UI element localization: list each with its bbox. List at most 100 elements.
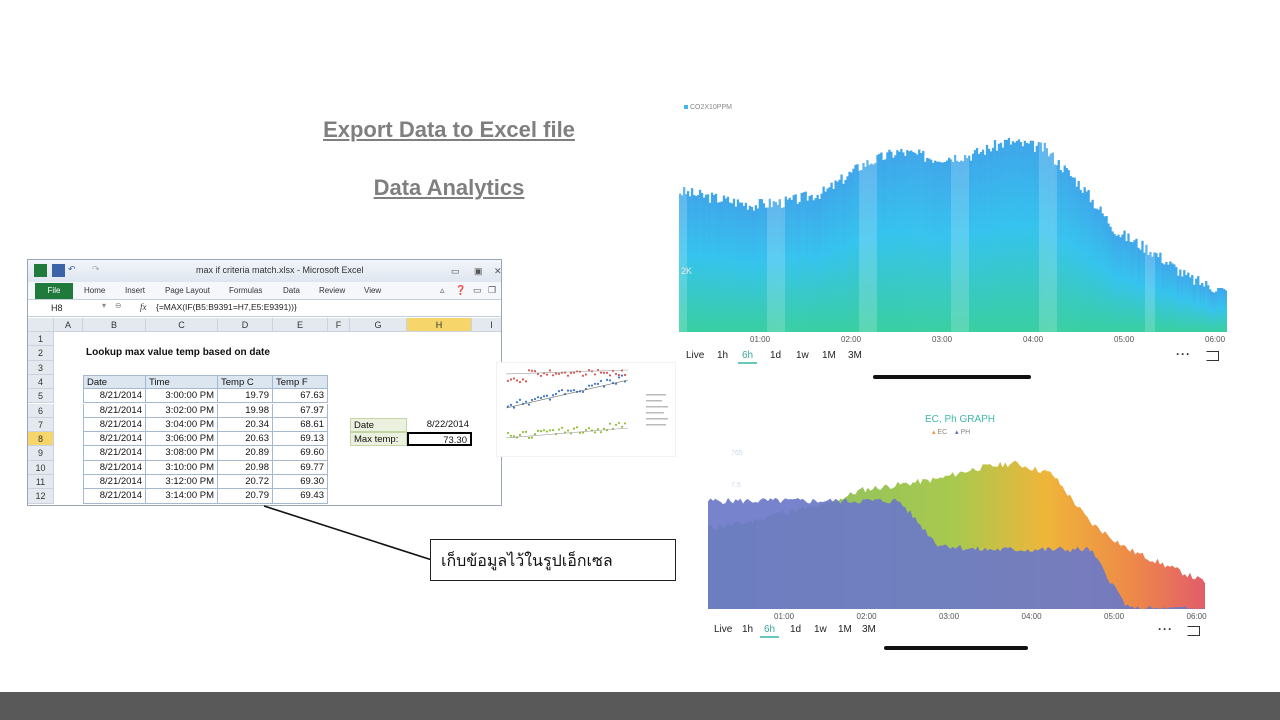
table-header-time[interactable]: Time (145, 374, 218, 390)
row-header[interactable]: 9 (28, 446, 54, 461)
help-icon[interactable]: ❓ (455, 285, 466, 296)
range-button-3m[interactable]: 3M (848, 350, 862, 361)
table-cell[interactable]: 8/21/2014 (83, 432, 146, 447)
column-header[interactable]: E (273, 318, 328, 332)
range-button-1w[interactable]: 1w (814, 624, 827, 635)
table-cell[interactable]: 69.13 (272, 432, 328, 447)
table-cell[interactable]: 3:02:00 PM (145, 403, 218, 418)
doc-minimize-icon[interactable]: ▭ (473, 285, 482, 296)
table-cell[interactable]: 3:00:00 PM (145, 389, 218, 404)
table-cell[interactable]: 3:12:00 PM (145, 475, 218, 490)
table-cell[interactable]: 8/21/2014 (83, 489, 146, 504)
row-header[interactable]: 2 (28, 346, 54, 361)
table-cell[interactable]: 20.63 (217, 432, 273, 447)
range-button-1m[interactable]: 1M (838, 624, 852, 635)
table-cell[interactable]: 8/21/2014 (83, 403, 146, 418)
ribbon-collapse-icon[interactable]: ▵ (440, 285, 445, 296)
column-header[interactable]: A (54, 318, 83, 332)
row-header[interactable]: 7 (28, 417, 54, 433)
range-button-live[interactable]: Live (714, 624, 732, 635)
table-cell[interactable]: 3:08:00 PM (145, 446, 218, 461)
column-header[interactable]: F (328, 318, 350, 332)
range-button-6h[interactable]: 6h (760, 624, 780, 638)
column-header[interactable]: G (350, 318, 407, 332)
row-header[interactable]: 3 (28, 360, 54, 375)
table-cell[interactable]: 20.34 (217, 417, 273, 433)
row-header[interactable]: 1 (28, 332, 54, 347)
table-cell[interactable]: 3:06:00 PM (145, 432, 218, 447)
table-cell[interactable]: 20.89 (217, 446, 273, 461)
table-cell[interactable]: 19.98 (217, 403, 273, 418)
range-button-1w[interactable]: 1w (796, 350, 809, 361)
row-header[interactable]: 6 (28, 403, 54, 418)
redo-icon[interactable]: ↷ (92, 264, 105, 277)
sheet-title-cell[interactable]: Lookup max value temp based on date (83, 346, 273, 360)
undo-icon[interactable]: ↶ (68, 264, 81, 277)
minimize-icon[interactable]: ▭ (451, 266, 460, 277)
tab-home[interactable]: Home (84, 286, 105, 295)
table-header-temp-f[interactable]: Temp F (272, 374, 328, 390)
table-cell[interactable]: 3:14:00 PM (145, 489, 218, 504)
range-button-1m[interactable]: 1M (822, 350, 836, 361)
row-header[interactable]: 5 (28, 389, 54, 404)
row-header[interactable]: 4 (28, 374, 54, 390)
table-cell[interactable]: 8/21/2014 (83, 446, 146, 461)
select-all-corner[interactable] (28, 318, 54, 332)
table-cell[interactable]: 20.98 (217, 460, 273, 475)
doc-restore-icon[interactable]: ❐ (488, 285, 496, 296)
table-header-date[interactable]: Date (83, 374, 146, 390)
range-button-3m[interactable]: 3M (862, 624, 876, 635)
lookup-date-label[interactable]: Date (350, 417, 407, 433)
name-box[interactable]: H8 (34, 302, 96, 315)
range-button-1d[interactable]: 1d (790, 624, 801, 635)
tab-page-layout[interactable]: Page Layout (165, 286, 210, 295)
table-cell[interactable]: 3:10:00 PM (145, 460, 218, 475)
column-header[interactable]: I (472, 318, 501, 332)
table-cell[interactable]: 20.79 (217, 489, 273, 504)
table-cell[interactable]: 69.77 (272, 460, 328, 475)
tab-data[interactable]: Data (283, 286, 300, 295)
table-cell[interactable]: 69.60 (272, 446, 328, 461)
name-box-dropdown-icon[interactable]: ▾ ⊖ (102, 301, 122, 310)
column-header[interactable]: C (146, 318, 218, 332)
table-cell[interactable]: 8/21/2014 (83, 460, 146, 475)
cast-icon[interactable] (1206, 351, 1219, 361)
tab-review[interactable]: Review (319, 286, 345, 295)
more-icon[interactable]: ··· (1158, 622, 1173, 636)
tab-insert[interactable]: Insert (125, 286, 145, 295)
table-cell[interactable]: 69.30 (272, 475, 328, 490)
range-button-1h[interactable]: 1h (742, 624, 753, 635)
row-header-selected[interactable]: 8 (28, 432, 54, 447)
row-header[interactable]: 11 (28, 475, 54, 490)
table-cell[interactable]: 69.43 (272, 489, 328, 504)
table-cell[interactable]: 67.63 (272, 389, 328, 404)
active-cell-max-value[interactable]: 73.30 (407, 432, 472, 447)
table-cell[interactable]: 8/21/2014 (83, 475, 146, 490)
range-button-6h[interactable]: 6h (738, 350, 758, 364)
save-icon[interactable] (52, 264, 65, 277)
fx-icon[interactable]: fx (140, 302, 147, 312)
formula-input[interactable]: {=MAX(IF(B5:B9391=H7,E5:E9391))} (156, 302, 297, 312)
tab-file[interactable]: File (35, 283, 73, 299)
table-cell[interactable]: 19.79 (217, 389, 273, 404)
lookup-date-value[interactable]: 8/22/2014 (407, 418, 472, 432)
column-header-selected[interactable]: H (407, 318, 472, 332)
row-header[interactable]: 10 (28, 460, 54, 475)
column-header[interactable]: D (218, 318, 273, 332)
table-cell[interactable]: 8/21/2014 (83, 417, 146, 433)
table-cell[interactable]: 68.61 (272, 417, 328, 433)
lookup-max-label[interactable]: Max temp: (350, 432, 407, 447)
more-icon[interactable]: ··· (1176, 347, 1191, 361)
table-cell[interactable]: 3:04:00 PM (145, 417, 218, 433)
table-header-temp-c[interactable]: Temp C (217, 374, 273, 390)
maximize-icon[interactable]: ▣ (474, 266, 483, 277)
table-cell[interactable]: 20.72 (217, 475, 273, 490)
table-cell[interactable]: 67.97 (272, 403, 328, 418)
tab-formulas[interactable]: Formulas (229, 286, 262, 295)
column-header[interactable]: B (83, 318, 146, 332)
tab-view[interactable]: View (364, 286, 381, 295)
cast-icon[interactable] (1187, 626, 1200, 636)
range-button-1h[interactable]: 1h (717, 350, 728, 361)
range-button-1d[interactable]: 1d (770, 350, 781, 361)
row-header[interactable]: 12 (28, 489, 54, 504)
